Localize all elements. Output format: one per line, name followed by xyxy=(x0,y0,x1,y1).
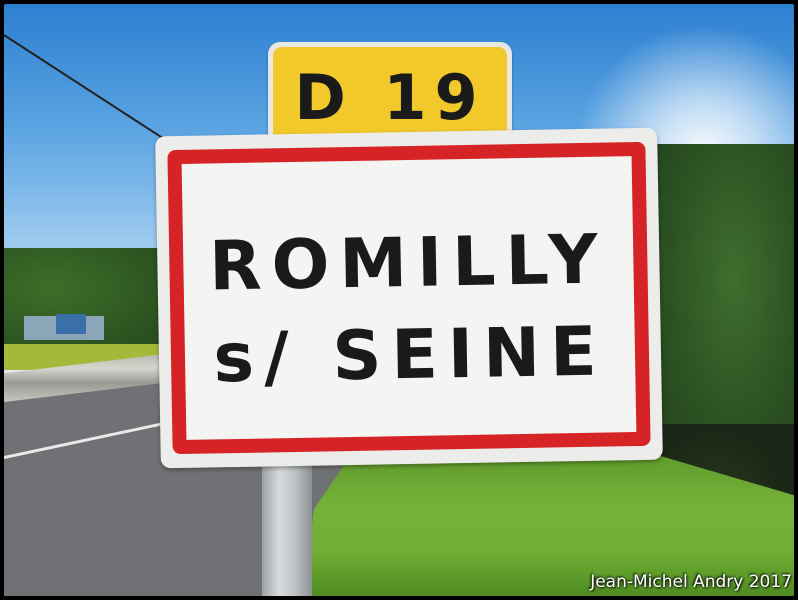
town-name-line1: ROMILLY xyxy=(208,220,609,307)
town-sign: ROMILLY s/ SEINE xyxy=(155,127,663,469)
sign-post xyxy=(262,450,312,596)
town-name-line2: s/ SEINE xyxy=(212,312,608,399)
building-blue xyxy=(56,314,86,334)
photo-credit: Jean-Michel Andry 2017 xyxy=(590,572,792,592)
town-sign-border: ROMILLY s/ SEINE xyxy=(167,141,651,455)
route-number: D 19 xyxy=(294,60,486,134)
photo-frame: D 19 ROMILLY s/ SEINE Jean-Michel Andry … xyxy=(0,0,798,600)
photo: D 19 ROMILLY s/ SEINE xyxy=(4,4,794,596)
